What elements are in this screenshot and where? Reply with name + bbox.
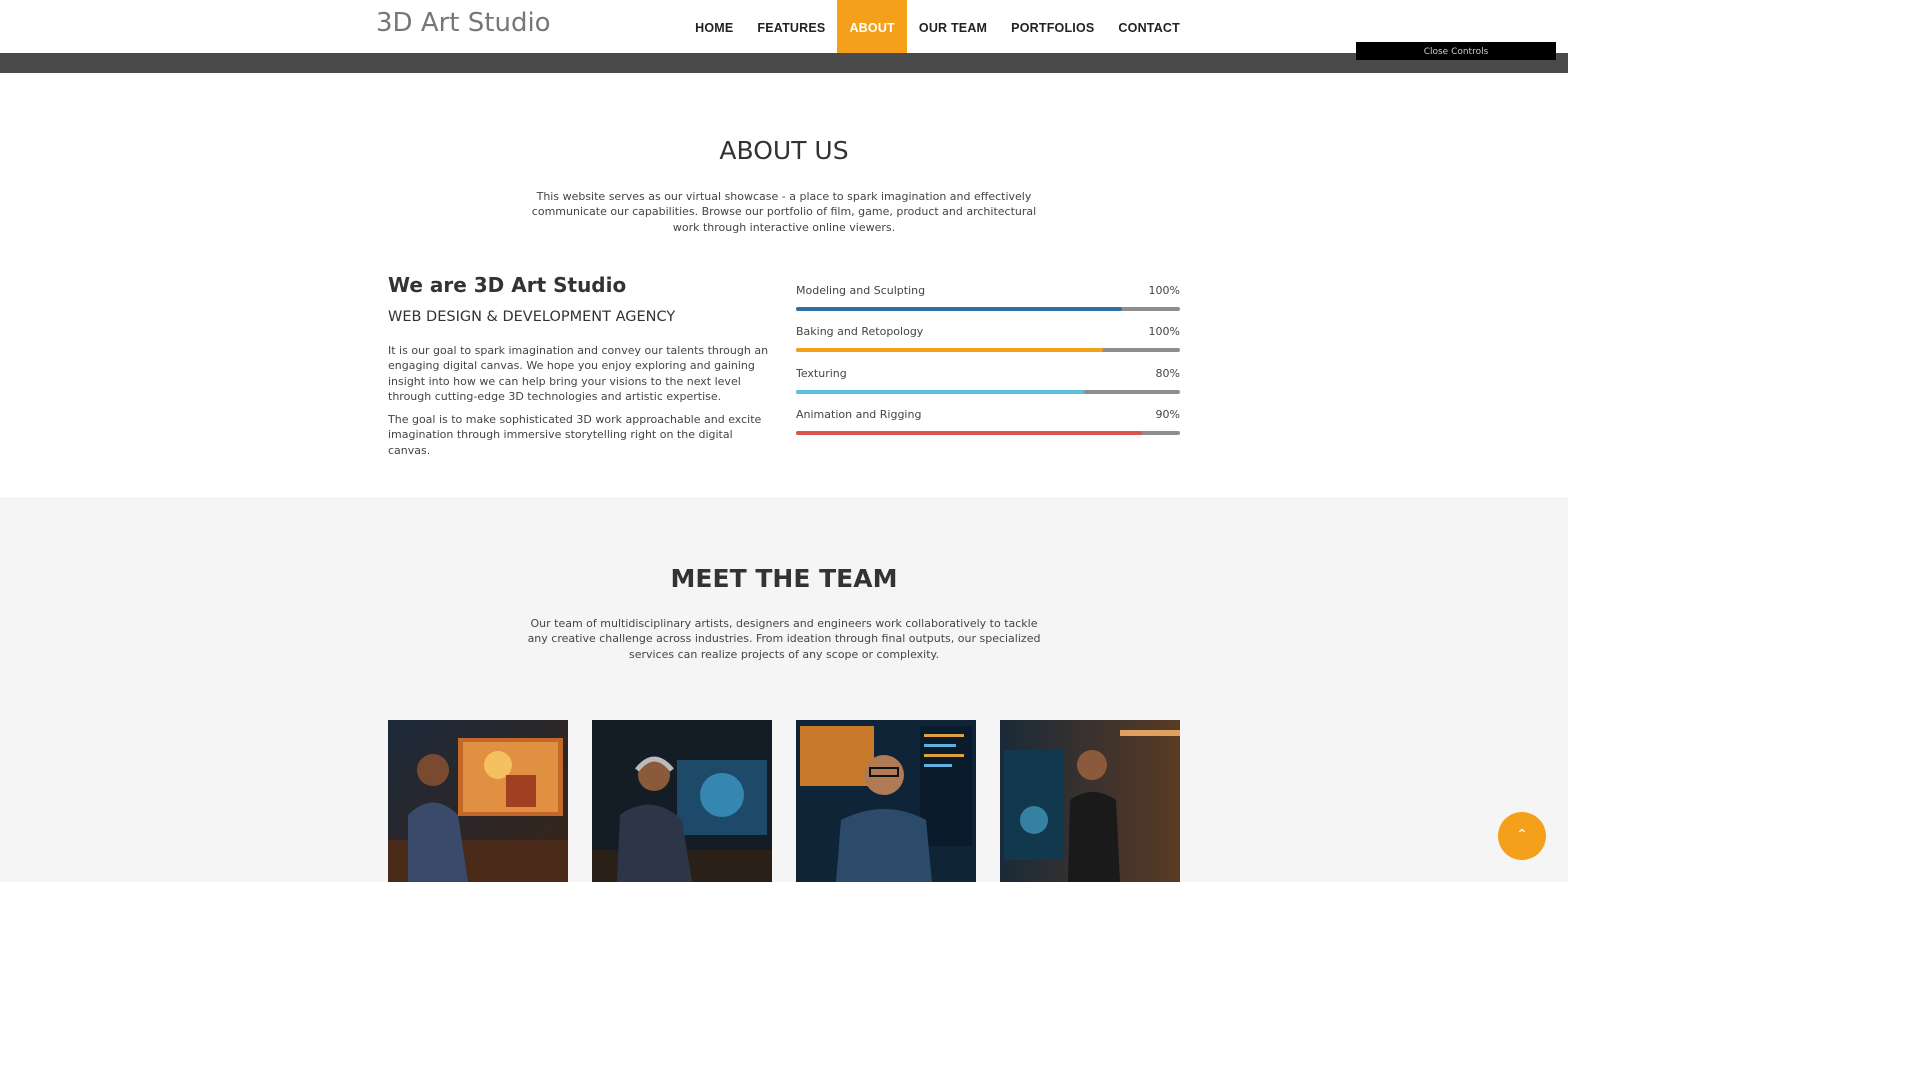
- scroll-to-top-button[interactable]: ⌃: [1498, 812, 1546, 860]
- team-section: [0, 498, 1568, 882]
- skill-label: Baking and Retopology: [796, 325, 924, 339]
- skill-percent: 100%: [1148, 284, 1180, 297]
- skill-progress-bar: [796, 307, 1180, 311]
- skill-texturing: Texturing 80%: [796, 366, 1180, 407]
- nav-contact[interactable]: CONTACT: [1106, 0, 1192, 53]
- chevron-up-icon: ⌃: [1516, 827, 1528, 843]
- skill-progress-fill: [796, 348, 1104, 353]
- skill-percent: 80%: [1155, 366, 1180, 380]
- about-intro: This website serves as our virtual showc…: [531, 190, 1037, 234]
- team-title: MEET THE TEAM: [670, 564, 898, 593]
- about-title: ABOUT US: [719, 136, 849, 165]
- team-member-photo-3[interactable]: [796, 720, 976, 882]
- skill-progress-fill: [796, 430, 1142, 435]
- skill-animation: Animation and Rigging 90%: [796, 407, 1180, 448]
- team-member-photo-4[interactable]: [1000, 720, 1180, 882]
- skill-label: Texturing: [796, 366, 847, 380]
- skill-label: Animation and Rigging: [796, 407, 922, 421]
- nav-our-team[interactable]: OUR TEAM: [907, 0, 999, 53]
- skill-progress-bar: [796, 348, 1180, 353]
- skill-baking: Baking and Retopology 100%: [796, 324, 1180, 365]
- skill-progress-fill: [796, 389, 1084, 394]
- site-logo[interactable]: 3D Art Studio: [376, 8, 551, 38]
- about-subheading: WEB DESIGN & DEVELOPMENT AGENCY: [388, 309, 676, 325]
- nav-portfolios[interactable]: PORTFOLIOS: [999, 0, 1106, 53]
- nav-features[interactable]: FEATURES: [745, 0, 837, 53]
- site-header: 3D Art Studio HOME FEATURES ABOUT OUR TE…: [0, 0, 1568, 53]
- skill-progress-bar: [796, 430, 1180, 435]
- skill-label: Modeling and Sculpting: [796, 284, 926, 297]
- skill-progress-fill: [796, 307, 1123, 311]
- hero-bottom-band: [0, 53, 1568, 73]
- team-intro: Our team of multidisciplinary artists, d…: [527, 617, 1041, 661]
- skill-progress-bar: [796, 389, 1180, 394]
- nav-about[interactable]: ABOUT: [837, 0, 907, 53]
- main-nav: HOME FEATURES ABOUT OUR TEAM PORTFOLIOS …: [683, 0, 1192, 53]
- nav-home[interactable]: HOME: [683, 0, 745, 53]
- team-member-photo-2[interactable]: [592, 720, 772, 882]
- skill-modeling: Modeling and Sculpting 100%: [796, 283, 1180, 324]
- skill-percent: 90%: [1155, 407, 1180, 421]
- skills-list: Modeling and Sculpting 100% Baking and R…: [796, 283, 1180, 448]
- about-paragraph-1: It is our goal to spark imagination and …: [388, 344, 769, 404]
- team-member-photo-1[interactable]: [388, 720, 568, 882]
- about-paragraph-2: The goal is to make sophisticated 3D wor…: [388, 413, 762, 457]
- skill-percent: 100%: [1148, 325, 1180, 339]
- about-heading: We are 3D Art Studio: [388, 273, 627, 297]
- close-controls-button[interactable]: Close Controls: [1356, 42, 1556, 60]
